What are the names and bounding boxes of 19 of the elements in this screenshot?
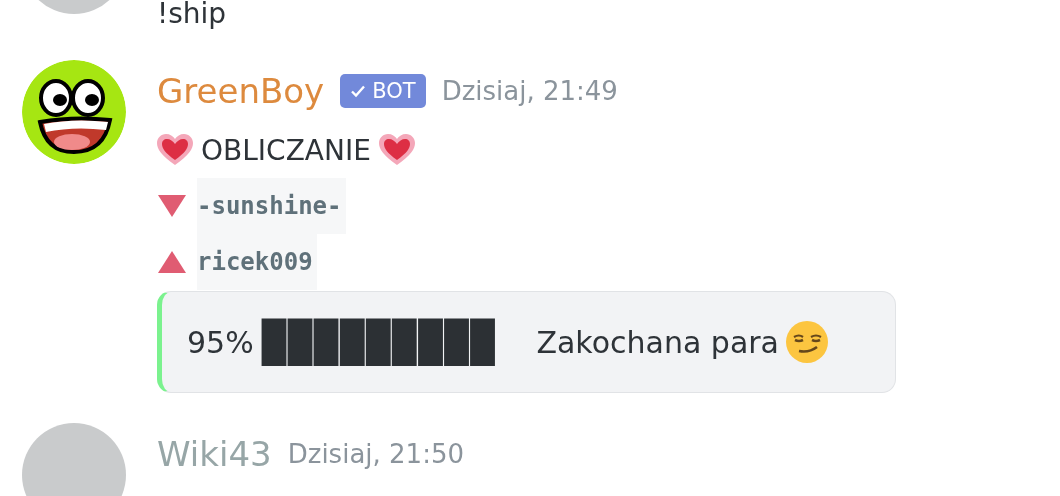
up-triangle-icon (157, 250, 187, 274)
inline-code-username: -sunshine- (197, 178, 346, 234)
heart-icon (157, 134, 193, 166)
timestamp: Dzisiaj, 21:49 (441, 76, 618, 106)
timestamp: Dzisiaj, 21:50 (287, 439, 464, 469)
bot-tag-label: BOT (372, 79, 416, 103)
smiley-avatar-drawing[interactable] (22, 60, 126, 164)
check-icon (350, 83, 367, 99)
percentage: 95% (187, 324, 254, 360)
inline-code-username: ricek009 (197, 234, 317, 290)
message-title: OBLICZANIE (201, 133, 371, 167)
heart-icon (378, 134, 415, 166)
username[interactable]: GreenBoy (157, 71, 325, 111)
message-text: !ship (157, 0, 228, 30)
verdict-text: Zakochana para (536, 324, 779, 360)
down-triangle-icon (157, 194, 187, 218)
username[interactable]: Wiki43 (157, 434, 272, 474)
avatar-photo-placeholder[interactable] (22, 423, 126, 496)
smirk-emoji-icon (785, 320, 829, 364)
